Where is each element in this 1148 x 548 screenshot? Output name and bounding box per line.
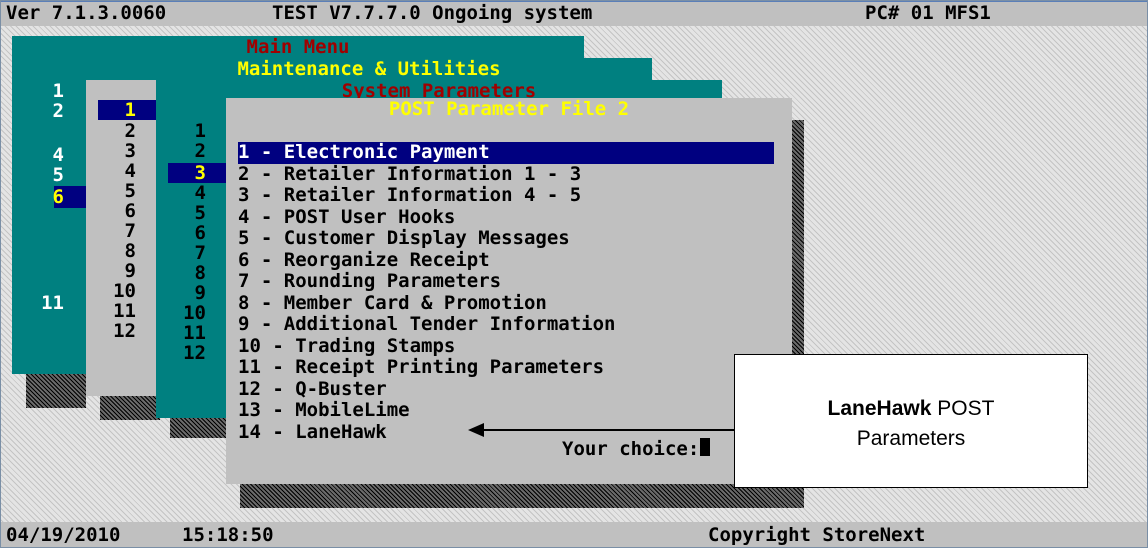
- time-label: 15:18:50: [182, 524, 274, 546]
- post-menu-item[interactable]: 4 - POST User Hooks: [238, 206, 455, 229]
- maintenance-shadow: [100, 396, 160, 420]
- maintenance-item[interactable]: 9: [106, 260, 136, 282]
- callout-bold: LaneHawk: [827, 397, 932, 420]
- post-menu-item[interactable]: 12 - Q-Buster: [238, 378, 387, 401]
- system-params-item[interactable]: 5: [176, 202, 206, 224]
- system-params-item[interactable]: 11: [176, 322, 206, 344]
- maintenance-item[interactable]: 5: [106, 180, 136, 202]
- maintenance-title: Maintenance & Utilities: [86, 58, 652, 80]
- post-menu-item[interactable]: 11 - Receipt Printing Parameters: [238, 356, 604, 379]
- maintenance-item[interactable]: 6: [106, 200, 136, 222]
- system-params-item[interactable]: 4: [176, 182, 206, 204]
- pc-label: PC# 01 MFS1: [865, 2, 991, 24]
- maintenance-selected-number: 1: [124, 99, 136, 121]
- version-label: Ver 7.1.3.0060: [6, 2, 167, 24]
- main-menu-shadow: [26, 374, 86, 408]
- maintenance-item[interactable]: 2: [106, 120, 136, 142]
- main-menu-item[interactable]: 1: [34, 80, 64, 102]
- copyright-label: Copyright StoreNext: [708, 524, 926, 546]
- maintenance-item[interactable]: 8: [106, 240, 136, 262]
- system-params-shadow: [170, 418, 230, 438]
- main-menu-title: Main Menu: [246, 36, 350, 58]
- footer-bar: 04/19/2010 15:18:50 Copyright StoreNext: [0, 522, 1148, 548]
- callout-line2: Parameters: [856, 427, 966, 450]
- post-menu-item[interactable]: 7 - Rounding Parameters: [238, 270, 501, 293]
- main-menu-selected-number: 6: [52, 186, 64, 208]
- maintenance-item[interactable]: 11: [106, 300, 136, 322]
- maintenance-item[interactable]: 3: [106, 140, 136, 162]
- system-params-item[interactable]: 9: [176, 282, 206, 304]
- maintenance-item[interactable]: 12: [106, 320, 136, 342]
- main-menu-item[interactable]: 5: [34, 164, 64, 186]
- post-params-title: POST Parameter File 2: [226, 98, 792, 120]
- post-menu-item[interactable]: 9 - Additional Tender Information: [238, 313, 616, 336]
- system-params-selected-number: 3: [194, 162, 206, 184]
- post-params-shadow-bottom: [240, 484, 804, 508]
- system-params-item[interactable]: 2: [176, 140, 206, 162]
- callout-rest: POST: [931, 397, 995, 420]
- system-params-item[interactable]: 1: [176, 120, 206, 142]
- system-params-item-selected[interactable]: 3: [168, 162, 226, 184]
- post-menu-item[interactable]: 6 - Reorganize Receipt: [238, 249, 490, 272]
- arrow-icon: [468, 423, 734, 437]
- terminal-screen: Ver 7.1.3.0060 TEST V7.7.7.0 Ongoing sys…: [0, 0, 1148, 548]
- callout-line1: LaneHawk POST: [735, 397, 1087, 421]
- post-menu-item[interactable]: 8 - Member Card & Promotion: [238, 292, 547, 315]
- post-menu-item[interactable]: 3 - Retailer Information 4 - 5: [238, 184, 581, 207]
- post-menu-item[interactable]: 2 - Retailer Information 1 - 3: [238, 163, 581, 186]
- post-menu-item[interactable]: 10 - Trading Stamps: [238, 335, 455, 358]
- status-bar: Ver 7.1.3.0060 TEST V7.7.7.0 Ongoing sys…: [0, 0, 1148, 26]
- main-menu-item[interactable]: 11: [34, 292, 64, 314]
- main-menu-item[interactable]: 4: [34, 144, 64, 166]
- system-params-item[interactable]: 8: [176, 262, 206, 284]
- maintenance-item[interactable]: 4: [106, 160, 136, 182]
- post-menu-item[interactable]: 14 - LaneHawk: [238, 421, 387, 444]
- system-params-item[interactable]: 7: [176, 242, 206, 264]
- system-params-item[interactable]: 10: [176, 302, 206, 324]
- maintenance-item[interactable]: 10: [106, 280, 136, 302]
- post-menu-item-selected[interactable]: 1 - Electronic Payment: [238, 141, 774, 164]
- system-label: TEST V7.7.7.0 Ongoing system: [272, 2, 593, 24]
- date-label: 04/19/2010: [6, 524, 121, 546]
- post-menu-item[interactable]: 5 - Customer Display Messages: [238, 227, 570, 250]
- lanehawk-callout: LaneHawk POST Parameters: [734, 354, 1088, 488]
- system-params-item[interactable]: 12: [176, 342, 206, 364]
- post-menu-item[interactable]: 13 - MobileLime: [238, 399, 410, 422]
- maintenance-item-selected[interactable]: 1: [98, 99, 156, 121]
- system-params-item[interactable]: 6: [176, 222, 206, 244]
- main-menu-item[interactable]: 2: [34, 100, 64, 122]
- maintenance-item[interactable]: 7: [106, 220, 136, 242]
